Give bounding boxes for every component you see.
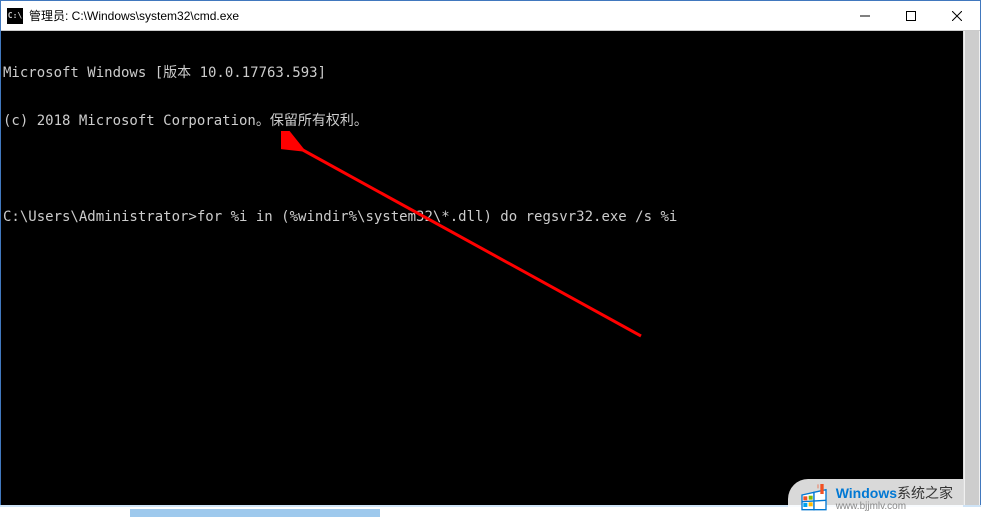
titlebar[interactable]: C:\ 管理员: C:\Windows\system32\cmd.exe — [1, 1, 980, 31]
cmd-window: C:\ 管理员: C:\Windows\system32\cmd.exe Mic… — [0, 0, 981, 519]
close-button[interactable] — [934, 1, 980, 30]
command-input[interactable]: for %i in (%windir%\system32\*.dll) do r… — [197, 209, 677, 225]
prompt: C:\Users\Administrator> — [3, 209, 197, 225]
watermark-url: www.bjjmlv.com — [836, 501, 953, 512]
terminal-prompt-line: C:\Users\Administrator>for %i in (%windi… — [3, 209, 963, 225]
watermark-brand: Windows系统之家 — [836, 486, 953, 501]
watermark-text: Windows系统之家 www.bjjmlv.com — [836, 486, 953, 512]
terminal-area: Microsoft Windows [版本 10.0.17763.593] (c… — [1, 31, 980, 518]
taskbar-fragment — [130, 509, 380, 517]
windows-logo-icon — [798, 483, 830, 515]
cmd-icon: C:\ — [7, 8, 23, 24]
window-controls — [842, 1, 980, 30]
window-title: 管理员: C:\Windows\system32\cmd.exe — [29, 7, 842, 24]
terminal-line: Microsoft Windows [版本 10.0.17763.593] — [3, 65, 963, 81]
scrollbar-thumb[interactable] — [965, 31, 979, 518]
vertical-scrollbar[interactable] — [963, 31, 980, 518]
terminal[interactable]: Microsoft Windows [版本 10.0.17763.593] (c… — [1, 31, 963, 518]
terminal-line: (c) 2018 Microsoft Corporation。保留所有权利。 — [3, 113, 963, 129]
watermark: Windows系统之家 www.bjjmlv.com — [788, 479, 963, 519]
maximize-button[interactable] — [888, 1, 934, 30]
terminal-line — [3, 161, 963, 177]
minimize-button[interactable] — [842, 1, 888, 30]
